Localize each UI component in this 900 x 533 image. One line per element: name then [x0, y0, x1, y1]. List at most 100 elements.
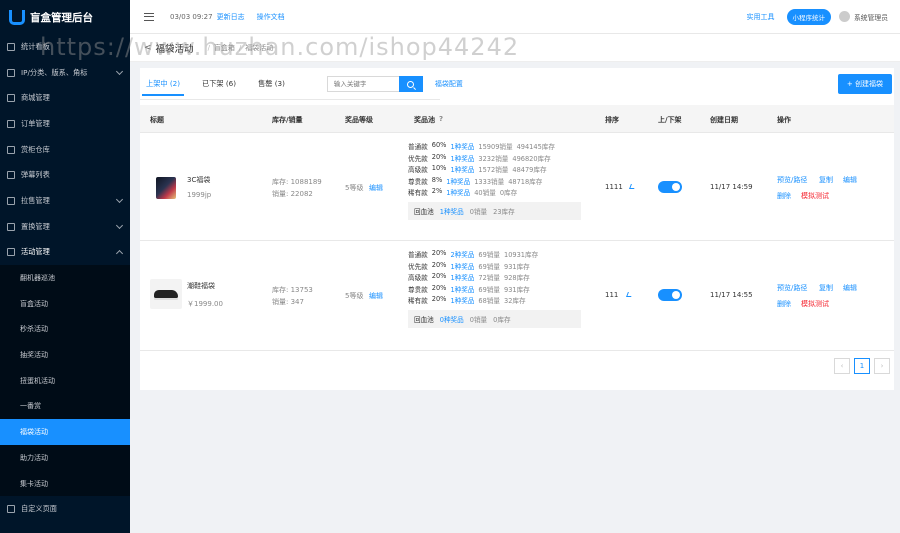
pool-percent: 10% [431, 164, 447, 172]
edit-link[interactable]: 编辑 [843, 175, 857, 185]
pool-prize-link[interactable]: 2种奖品 [450, 249, 474, 261]
sidebar-item[interactable]: 商城管理 [0, 85, 130, 111]
mini-stats-button[interactable]: 小程序统计 [786, 8, 832, 25]
recycle-sold: 0销量 [469, 207, 488, 216]
pool-percent: 20% [431, 152, 447, 161]
prev-page-button[interactable]: ‹ [834, 358, 850, 374]
level-edit-link[interactable]: 编辑 [369, 291, 383, 301]
tab-on-shelf[interactable]: 上架中 (2) [142, 73, 185, 96]
pool-prize-link[interactable]: 1种奖品 [446, 187, 470, 199]
edit-link[interactable]: 编辑 [843, 283, 857, 293]
shelf-toggle[interactable] [658, 289, 682, 301]
pool-inventory: 32库存 [504, 297, 526, 305]
docs-link[interactable]: 操作文档 [257, 12, 285, 22]
pool-sold: 72销量 [478, 274, 500, 282]
pool-prize-link[interactable]: 1种奖品 [450, 284, 474, 296]
simulate-test-link[interactable]: 模拟测试 [801, 191, 829, 201]
user-name[interactable]: 系统管理员 [854, 12, 888, 22]
next-page-button[interactable]: › [874, 358, 890, 374]
product-thumbnail[interactable] [156, 177, 176, 199]
sidebar-item[interactable]: 订单管理 [0, 111, 130, 137]
preview-link[interactable]: 预览/路径 [777, 283, 807, 293]
copy-link[interactable]: 复制 [819, 175, 833, 185]
sidebar-subitem[interactable]: 助力活动 [0, 445, 130, 471]
sidebar-item[interactable]: 统计看板 [0, 34, 130, 60]
tab-off-shelf[interactable]: 已下架 (6) [198, 73, 240, 95]
sidebar-subitem[interactable]: 抽奖活动 [0, 342, 130, 368]
delete-link[interactable]: 删除 [777, 299, 791, 309]
breadcrumb: < 福袋活动 / 盲盒箱 / 福袋活动 [130, 34, 900, 62]
tools-link[interactable]: 实用工具 [747, 12, 775, 22]
sidebar-subitem[interactable]: 翻机器巡池 [0, 265, 130, 291]
sidebar-group-activity[interactable]: 活动管理 [0, 240, 130, 266]
changelog-link[interactable]: 更新日志 [217, 12, 245, 22]
pool-inventory: 931库存 [504, 262, 530, 271]
pool-prize-link[interactable]: 1种奖品 [450, 261, 474, 273]
pool-grade: 尊贵款 [408, 177, 428, 186]
help-icon[interactable]: ? [439, 115, 443, 123]
recycle-inventory: 23库存 [493, 207, 515, 216]
pool-prize-link[interactable]: 1种奖品 [450, 272, 474, 284]
prize-pool: 普通款 20% 2种奖品 69销量 10931库存 优先款 20% 1种奖品 69销量 931库存… [408, 249, 581, 328]
pool-prize-link[interactable]: 1种奖品 [450, 164, 474, 176]
preview-link[interactable]: 预览/路径 [777, 175, 807, 185]
search-input[interactable] [326, 76, 399, 92]
col-shelf: 上/下架 [658, 116, 682, 124]
sidebar-item-label: 拉售管理 [21, 195, 50, 205]
page-1-button[interactable]: 1 [854, 358, 870, 374]
toolbar: 上架中 (2) 已下架 (6) 售罄 (3) 福袋配置 + 创建福袋 [140, 68, 894, 100]
sidebar-item[interactable]: 自定义页面 [0, 496, 130, 522]
sidebar-subitem[interactable]: 盲盒活动 [0, 291, 130, 317]
edit-sort-icon[interactable] [626, 292, 633, 297]
recycle-prize-link[interactable]: 0种奖品 [440, 314, 464, 324]
pool-percent: 8% [431, 175, 443, 184]
pool-percent: 20% [431, 249, 447, 257]
menu-icon [7, 171, 15, 180]
sort-value: 1111 [605, 183, 623, 191]
chevron-up-icon [115, 249, 124, 257]
recycle-prize-link[interactable]: 1种奖品 [440, 206, 464, 216]
menu-icon [7, 94, 15, 103]
sidebar-subitem[interactable]: 集卡活动 [0, 471, 130, 497]
edit-sort-icon[interactable] [629, 184, 636, 189]
pool-percent: 20% [431, 260, 447, 269]
config-link[interactable]: 福袋配置 [435, 79, 463, 89]
pool-line: 优先款 20% 1种奖品 69销量 931库存 [408, 261, 581, 273]
menu-toggle-icon[interactable] [144, 12, 154, 21]
sidebar-subitem[interactable]: 扭蛋机活动 [0, 368, 130, 394]
product-title[interactable]: 潮鞋福袋 [187, 281, 215, 291]
delete-link[interactable]: 删除 [777, 191, 791, 201]
sidebar-subitem[interactable]: 秒杀活动 [0, 317, 130, 343]
pool-percent: 60% [431, 141, 447, 149]
sidebar-submenu: 翻机器巡池 盲盒活动 秒杀活动 抽奖活动 扭蛋机活动 一番赏 福袋活动 助力活动 集卡活动 [0, 265, 130, 497]
pool-prize-link[interactable]: 1种奖品 [450, 141, 474, 153]
table-row: 3C福袋 1999jp 库存: 1088189 销量: 22082 5等级 编辑… [140, 133, 894, 241]
breadcrumb-item-parent[interactable]: 盲盒箱 [214, 43, 235, 53]
pool-prize-link[interactable]: 1种奖品 [446, 176, 470, 188]
sales-value: 销量: 347 [272, 298, 304, 306]
back-arrow-icon[interactable]: < [144, 43, 152, 53]
product-thumbnail[interactable] [150, 279, 182, 309]
tab-sold-out[interactable]: 售罄 (3) [254, 73, 289, 95]
pool-prize-link[interactable]: 1种奖品 [450, 295, 474, 307]
sidebar-subitem[interactable]: 一番赏 [0, 394, 130, 420]
created-date: 11/17 14:55 [710, 291, 753, 299]
avatar[interactable] [839, 11, 851, 22]
sidebar-item-label: 统计看板 [21, 41, 50, 51]
sidebar-menu: 统计看板 IP/分类、版系、角标商城管理订单管理 赏柜仓库 弹幕列表拉售管理置换管理活… [0, 34, 130, 522]
simulate-test-link[interactable]: 模拟测试 [801, 299, 829, 309]
sidebar-subitem[interactable]: 福袋活动 [0, 419, 130, 445]
sidebar-item[interactable]: 弹幕列表 [0, 162, 130, 188]
pool-prize-link[interactable]: 1种奖品 [450, 153, 474, 165]
sidebar-item-label: 商城管理 [21, 93, 50, 103]
copy-link[interactable]: 复制 [819, 283, 833, 293]
product-title[interactable]: 3C福袋 [187, 175, 210, 185]
shelf-toggle[interactable] [658, 181, 682, 193]
sidebar-item[interactable]: IP/分类、版系、角标 [0, 60, 130, 86]
sidebar-item[interactable]: 赏柜仓库 [0, 137, 130, 163]
sidebar-item[interactable]: 置换管理 [0, 214, 130, 240]
level-edit-link[interactable]: 编辑 [369, 183, 383, 193]
search-button[interactable] [398, 76, 423, 92]
sidebar-item[interactable]: 拉售管理 [0, 188, 130, 214]
create-button[interactable]: + 创建福袋 [837, 74, 892, 94]
